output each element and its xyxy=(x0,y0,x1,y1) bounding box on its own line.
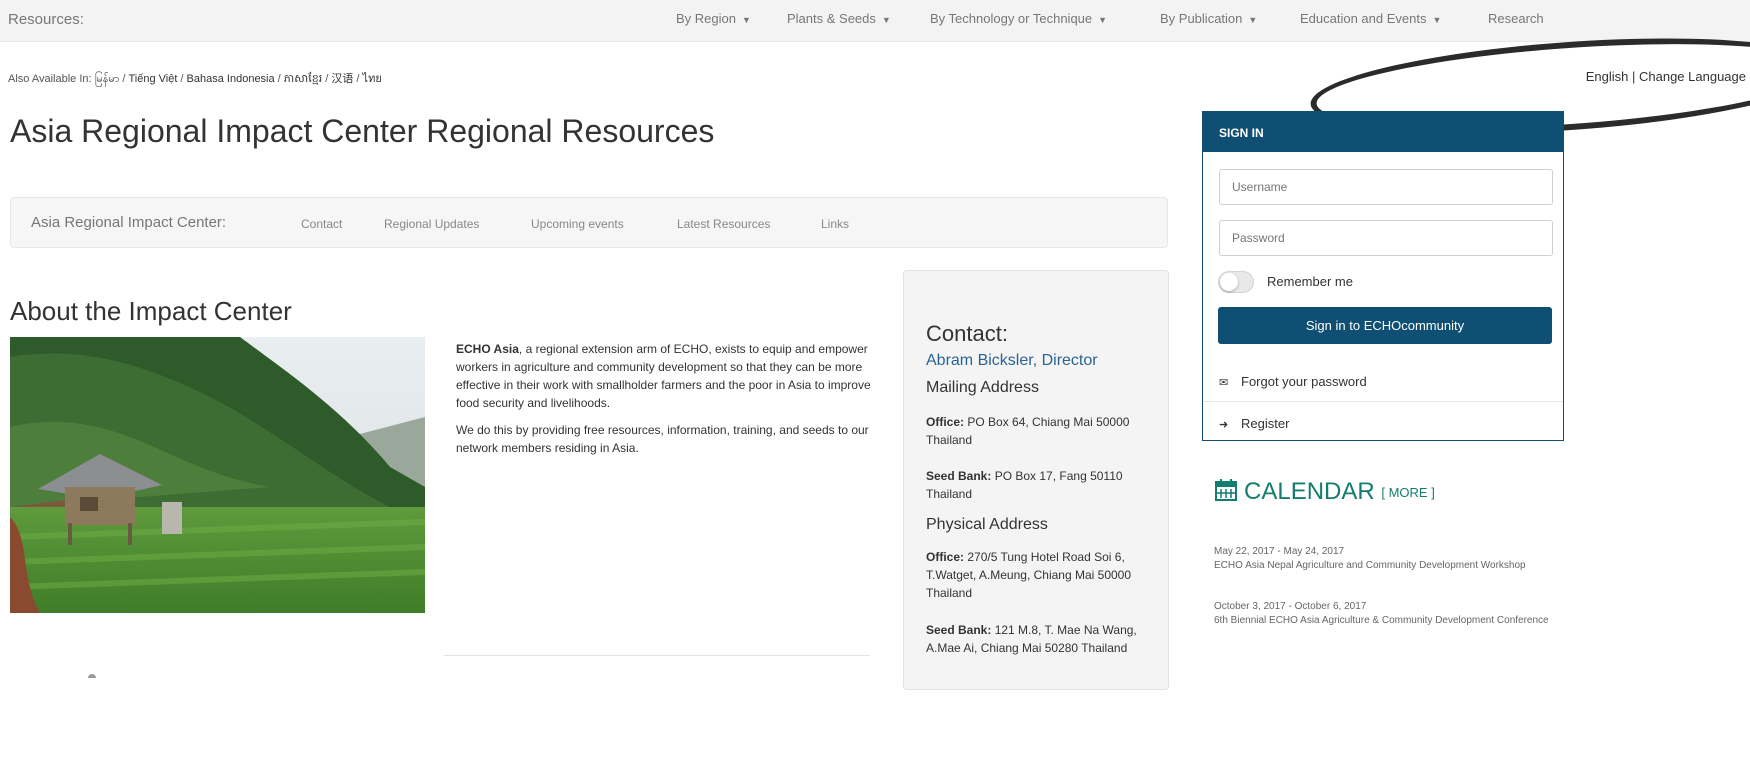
event-title: 6th Biennial ECHO Asia Agriculture & Com… xyxy=(1214,615,1549,626)
caret-down-icon: ▼ xyxy=(741,14,751,25)
forgot-password-link[interactable]: ✉ Forgot your password xyxy=(1203,361,1563,401)
change-language-link[interactable]: Change Language xyxy=(1639,69,1746,84)
caret-down-icon: ▼ xyxy=(1098,14,1108,25)
subnav-link-latest-resources[interactable]: Latest Resources xyxy=(677,217,770,231)
physical-address-heading: Physical Address xyxy=(926,516,1048,533)
about-paragraph-1-text: , a regional extension arm of ECHO, exis… xyxy=(456,342,871,410)
lang-link-khmer[interactable]: ភាសាខ្មែរ xyxy=(284,73,322,85)
menu-by-technology[interactable]: By Technology or Technique ▼ xyxy=(930,11,1107,26)
menu-by-publication[interactable]: By Publication ▼ xyxy=(1160,11,1257,26)
impact-center-photo xyxy=(10,337,425,613)
lang-link-indonesian[interactable]: Bahasa Indonesia xyxy=(187,73,275,85)
partial-element xyxy=(88,674,96,678)
forgot-password-label: Forgot your password xyxy=(1241,374,1367,389)
resources-label: Resources: xyxy=(8,11,84,28)
mailing-office: Office: PO Box 64, Chiang Mai 50000 Thai… xyxy=(926,415,1130,447)
subnav-link-contact[interactable]: Contact xyxy=(301,217,342,231)
calendar-heading: CALENDAR [ MORE ] xyxy=(1214,478,1435,509)
menu-education-events[interactable]: Education and Events ▼ xyxy=(1300,11,1441,26)
register-label: Register xyxy=(1241,416,1290,431)
physical-office: Office: 270/5 Tung Hotel Road Soi 6, T.W… xyxy=(926,550,1132,600)
language-switcher: English | Change Language xyxy=(1586,69,1746,84)
menu-plants-seeds[interactable]: Plants & Seeds ▼ xyxy=(787,11,891,26)
contact-panel: Contact: Abram Bicksler, Director Mailin… xyxy=(903,270,1169,690)
contact-heading: Contact: xyxy=(926,321,1008,346)
top-navbar: Resources: By Region ▼ Plants & Seeds ▼ By… xyxy=(0,0,1750,42)
calendar-event[interactable]: May 22, 2017 - May 24, 2017 ECHO Asia Ne… xyxy=(1214,545,1554,573)
about-heading: About the Impact Center xyxy=(10,296,292,326)
menu-by-region[interactable]: By Region ▼ xyxy=(676,11,751,26)
subnav-brand: Asia Regional Impact Center: xyxy=(31,214,227,231)
lang-separator: / xyxy=(274,73,284,85)
lang-link-thai[interactable]: ไทย xyxy=(363,73,382,85)
calendar-title: CALENDAR xyxy=(1244,478,1375,505)
about-paragraph-2: We do this by providing free resources, … xyxy=(456,423,869,455)
director-link[interactable]: Abram Bicksler, Director xyxy=(926,352,1098,370)
lang-separator: / xyxy=(322,73,332,85)
event-title: ECHO Asia Nepal Agriculture and Communit… xyxy=(1214,560,1526,571)
lang-link-vietnamese[interactable]: Tiếng Việt xyxy=(128,73,177,85)
farm-landscape-image xyxy=(10,337,425,613)
remember-me-label: Remember me xyxy=(1267,274,1353,289)
physical-seed-bank: Seed Bank: 121 M.8, T. Mae Na Wang, A.Ma… xyxy=(926,623,1137,655)
language-separator: | xyxy=(1628,69,1639,84)
calendar-icon xyxy=(1214,478,1238,509)
mailing-seed-bank: Seed Bank: PO Box 17, Fang 50110 Thailan… xyxy=(926,469,1123,501)
signin-header: SIGN IN xyxy=(1203,112,1563,152)
divider xyxy=(444,655,870,656)
toggle-knob xyxy=(1220,273,1238,291)
about-description: ECHO Asia, a regional extension arm of E… xyxy=(456,340,876,466)
calendar-more-link[interactable]: [ MORE ] xyxy=(1381,485,1434,500)
register-link[interactable]: ➜ Register xyxy=(1203,403,1563,443)
caret-down-icon: ▼ xyxy=(881,14,891,25)
lang-separator: / xyxy=(177,73,187,85)
caret-down-icon: ▼ xyxy=(1248,14,1258,25)
also-available-bar: Also Available In: မြန်မာ / Tiếng Việt /… xyxy=(8,69,382,88)
event-dates: May 22, 2017 - May 24, 2017 xyxy=(1214,546,1345,557)
current-language: English xyxy=(1585,69,1629,84)
caret-down-icon: ▼ xyxy=(1432,14,1442,25)
username-input[interactable] xyxy=(1219,169,1553,205)
also-available-label: Also Available In: xyxy=(8,73,92,85)
sign-in-arrow-icon: ➜ xyxy=(1219,419,1229,431)
lang-link-burmese[interactable]: မြန်မာ xyxy=(95,73,120,85)
regional-subnav: Asia Regional Impact Center: Contact Reg… xyxy=(10,197,1168,248)
mailing-address-heading: Mailing Address xyxy=(926,379,1039,396)
envelope-icon: ✉ xyxy=(1219,377,1229,389)
signin-button[interactable]: Sign in to ECHOcommunity xyxy=(1218,307,1552,344)
password-input[interactable] xyxy=(1219,220,1553,256)
subnav-link-regional-updates[interactable]: Regional Updates xyxy=(384,217,479,231)
subnav-link-upcoming-events[interactable]: Upcoming events xyxy=(531,217,624,231)
event-dates: October 3, 2017 - October 6, 2017 xyxy=(1214,601,1367,612)
org-name: ECHO Asia xyxy=(456,342,519,356)
calendar-event[interactable]: October 3, 2017 - October 6, 2017 6th Bi… xyxy=(1214,600,1554,628)
lang-link-chinese[interactable]: 汉语 xyxy=(331,73,353,85)
subnav-link-links[interactable]: Links xyxy=(821,217,849,231)
lang-separator: / xyxy=(353,73,363,85)
about-paragraph-1: ECHO Asia, a regional extension arm of E… xyxy=(456,340,876,412)
remember-me-toggle[interactable] xyxy=(1218,271,1254,293)
page-title: Asia Regional Impact Center Regional Res… xyxy=(10,113,715,149)
menu-research[interactable]: Research xyxy=(1488,11,1544,26)
signin-divider xyxy=(1203,401,1563,402)
